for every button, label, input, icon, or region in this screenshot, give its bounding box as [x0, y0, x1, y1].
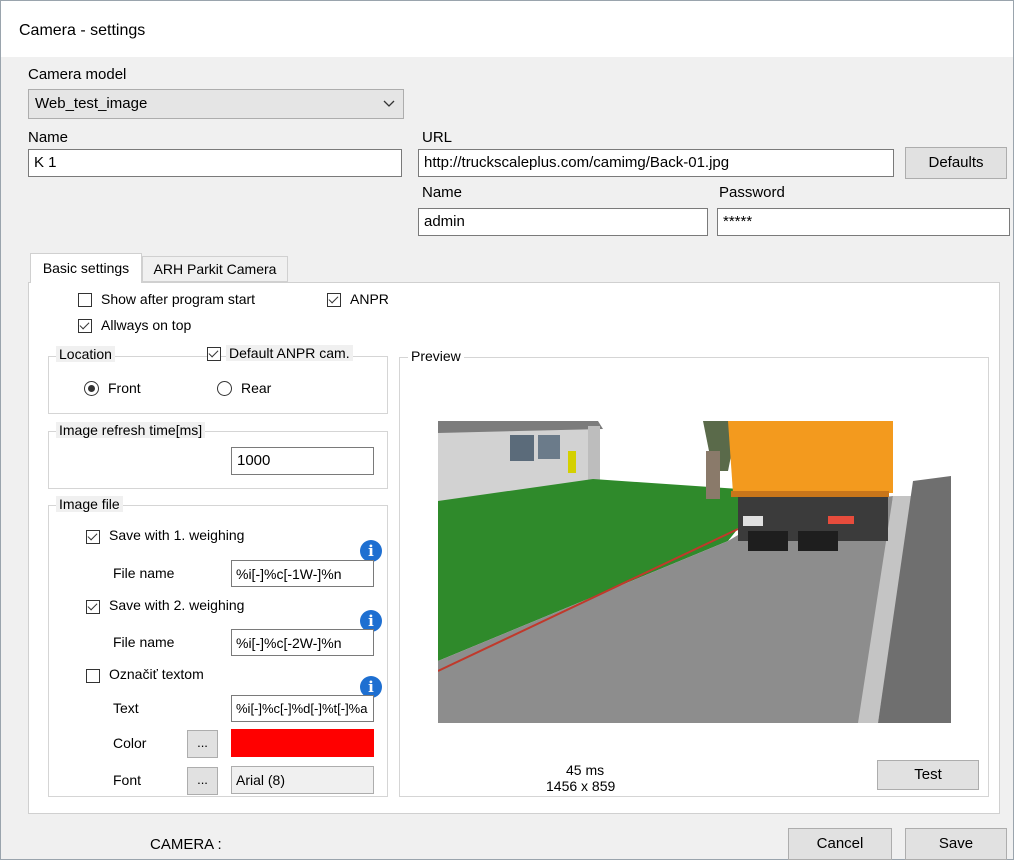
rear-label: Rear	[241, 380, 272, 396]
url-label: URL	[422, 129, 453, 146]
save-second-weighing-checkbox[interactable]	[86, 600, 100, 614]
mark-text-checkbox[interactable]	[86, 669, 100, 683]
window-title: Camera - settings	[19, 22, 146, 39]
camera-status: CAMERA :	[150, 836, 222, 853]
location-legend: Location	[56, 346, 115, 362]
name-input[interactable]: K 1	[28, 149, 402, 177]
color-swatch	[231, 729, 374, 757]
text-input[interactable]: %i[-]%c[-]%d[-]%t[-]%a	[231, 695, 374, 722]
file-name-1-input[interactable]: %i[-]%c[-1W-]%n	[231, 560, 374, 587]
mark-text-label: Označiť textom	[109, 666, 204, 682]
tab-arh-parkit-camera[interactable]: ARH Parkit Camera	[142, 256, 288, 282]
text-label: Text	[113, 700, 139, 716]
chevron-down-icon	[383, 100, 395, 107]
save-button[interactable]: Save	[905, 828, 1007, 860]
password-input[interactable]: *****	[717, 208, 1010, 236]
refresh-time-input[interactable]: 1000	[231, 447, 374, 475]
image-file-legend: Image file	[56, 496, 123, 512]
file-name-1-label: File name	[113, 565, 175, 581]
save-second-weighing-label: Save with 2. weighing	[109, 597, 245, 613]
save-first-weighing-checkbox[interactable]	[86, 530, 100, 544]
color-label: Color	[113, 735, 147, 751]
camera-model-select[interactable]: Web_test_image	[28, 89, 404, 119]
default-anpr-label: Default ANPR cam.	[226, 345, 353, 361]
preview-legend: Preview	[408, 348, 464, 364]
color-picker-button[interactable]: ...	[187, 730, 218, 758]
title-bar[interactable]: Camera - settings	[1, 1, 1013, 57]
camera-model-label: Camera model	[28, 66, 127, 83]
user-name-input[interactable]: admin	[418, 208, 708, 236]
show-after-start-checkbox[interactable]	[78, 293, 92, 307]
test-button[interactable]: Test	[877, 760, 979, 790]
anpr-checkbox[interactable]	[327, 293, 341, 307]
always-on-top-label: Allways on top	[101, 317, 192, 333]
rear-radio[interactable]	[217, 381, 232, 396]
url-input[interactable]: http://truckscaleplus.com/camimg/Back-01…	[418, 149, 894, 177]
cancel-button[interactable]: Cancel	[788, 828, 892, 860]
front-radio[interactable]	[84, 381, 99, 396]
password-label: Password	[719, 184, 785, 201]
font-picker-button[interactable]: ...	[187, 767, 218, 795]
tab-basic-settings[interactable]: Basic settings	[30, 253, 142, 283]
file-name-2-label: File name	[113, 634, 175, 650]
anpr-label: ANPR	[350, 291, 389, 307]
always-on-top-checkbox[interactable]	[78, 319, 92, 333]
save-first-weighing-label: Save with 1. weighing	[109, 527, 245, 543]
name-label: Name	[28, 129, 69, 146]
file-name-2-input[interactable]: %i[-]%c[-2W-]%n	[231, 629, 374, 656]
preview-resolution: 1456 x 859	[546, 778, 616, 794]
camera-preview-image	[438, 421, 951, 723]
front-label: Front	[108, 380, 141, 396]
font-value: Arial (8)	[231, 766, 374, 794]
default-anpr-checkbox[interactable]	[207, 347, 221, 361]
preview-time: 45 ms	[566, 762, 605, 778]
show-after-start-label: Show after program start	[101, 291, 256, 307]
font-label: Font	[113, 772, 142, 788]
camera-model-value: Web_test_image	[35, 95, 148, 112]
info-icon[interactable]: i	[360, 540, 382, 562]
user-name-label: Name	[422, 184, 463, 201]
refresh-legend: Image refresh time[ms]	[56, 422, 206, 438]
defaults-button[interactable]: Defaults	[905, 147, 1007, 179]
